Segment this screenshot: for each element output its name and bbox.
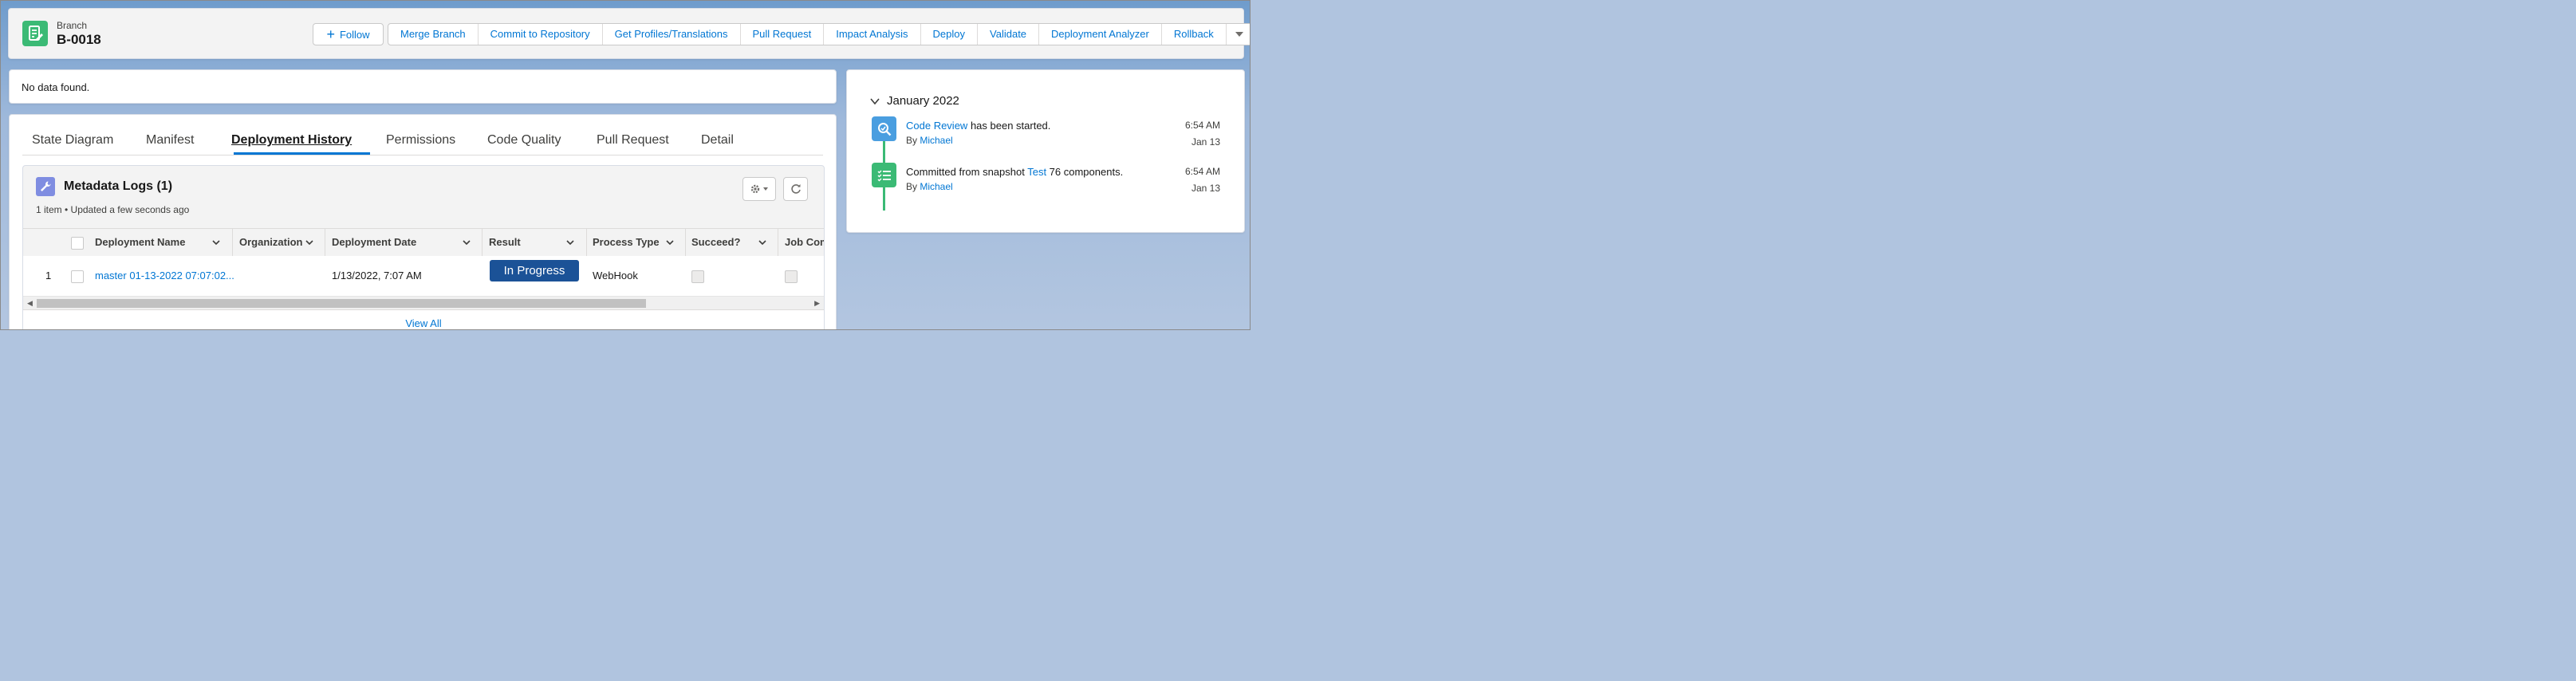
deployment-analyzer-button[interactable]: Deployment Analyzer bbox=[1039, 24, 1162, 45]
refresh-button[interactable] bbox=[783, 177, 808, 201]
column-divider bbox=[482, 229, 483, 256]
horizontal-scrollbar[interactable]: ◀ ▶ bbox=[23, 296, 824, 309]
chevron-down-icon[interactable] bbox=[665, 238, 675, 247]
row-number: 1 bbox=[45, 270, 52, 281]
tab-permissions[interactable]: Permissions bbox=[386, 133, 455, 148]
active-tab-indicator bbox=[234, 152, 370, 155]
event-prefix: Committed from snapshot bbox=[906, 166, 1028, 178]
code-review-link[interactable]: Code Review bbox=[906, 120, 967, 132]
view-all-link[interactable]: View All bbox=[23, 309, 824, 329]
column-process-type[interactable]: Process Type bbox=[593, 229, 660, 256]
gear-icon bbox=[750, 184, 768, 194]
table-row: 1 master 01-13-2022 07:07:02... 1/13/202… bbox=[23, 256, 824, 296]
succeed-checkbox bbox=[691, 270, 704, 283]
wrench-icon bbox=[36, 177, 55, 196]
validate-button[interactable]: Validate bbox=[978, 24, 1040, 45]
event-text: has been started. bbox=[967, 120, 1051, 132]
tab-state-diagram[interactable]: State Diagram bbox=[32, 133, 113, 148]
plus-icon: + bbox=[326, 26, 335, 42]
tab-deployment-history[interactable]: Deployment History bbox=[231, 133, 352, 148]
related-list-subtitle: 1 item • Updated a few seconds ago bbox=[36, 204, 190, 215]
tab-bar: State Diagram Manifest Deployment Histor… bbox=[22, 115, 823, 155]
related-list-title: Metadata Logs (1) bbox=[64, 179, 173, 193]
pull-request-button[interactable]: Pull Request bbox=[741, 24, 825, 45]
event-author: By Michael bbox=[906, 135, 953, 146]
branch-icon bbox=[22, 21, 48, 46]
chevron-down-icon[interactable] bbox=[305, 238, 314, 247]
no-data-text: No data found. bbox=[22, 81, 90, 93]
chevron-down-icon[interactable] bbox=[565, 238, 575, 247]
column-deployment-date[interactable]: Deployment Date bbox=[332, 229, 416, 256]
record-header: Branch B-0018 + Follow Merge Branch Comm… bbox=[8, 8, 1250, 59]
column-job-completed[interactable]: Job Com bbox=[785, 229, 824, 256]
column-divider bbox=[685, 229, 686, 256]
column-divider bbox=[586, 229, 587, 256]
event-time: 6:54 AM bbox=[1184, 120, 1220, 131]
no-data-card: No data found. bbox=[9, 69, 837, 104]
commit-to-repository-button[interactable]: Commit to Repository bbox=[479, 24, 603, 45]
tab-code-quality[interactable]: Code Quality bbox=[487, 133, 561, 148]
by-label: By bbox=[906, 181, 920, 192]
deployment-name-link[interactable]: master 01-13-2022 07:07:02... bbox=[95, 256, 234, 296]
get-profiles-translations-button[interactable]: Get Profiles/Translations bbox=[603, 24, 741, 45]
event-time: 6:54 AM bbox=[1184, 166, 1220, 177]
metadata-logs-related-list: Metadata Logs (1) 1 item • Updated a few… bbox=[22, 165, 825, 329]
row-checkbox[interactable] bbox=[71, 270, 84, 283]
status-badge: In Progress bbox=[490, 260, 579, 281]
more-actions-button[interactable] bbox=[1227, 24, 1250, 45]
scrollbar-thumb[interactable] bbox=[37, 299, 646, 308]
chevron-down-icon[interactable] bbox=[758, 238, 767, 247]
deploy-button[interactable]: Deploy bbox=[921, 24, 979, 45]
impact-analysis-button[interactable]: Impact Analysis bbox=[824, 24, 921, 45]
activity-timeline-card: January 2022 Code Review has been starte… bbox=[846, 69, 1245, 233]
event-date: Jan 13 bbox=[1191, 136, 1220, 148]
process-type-cell: WebHook bbox=[593, 270, 638, 281]
event-description: Committed from snapshot Test 76 componen… bbox=[906, 166, 1123, 178]
merge-branch-button[interactable]: Merge Branch bbox=[388, 24, 479, 45]
column-organization[interactable]: Organization bbox=[239, 229, 302, 256]
select-all-checkbox[interactable] bbox=[71, 237, 84, 250]
deployment-date-cell: 1/13/2022, 7:07 AM bbox=[332, 270, 422, 281]
scroll-left-icon[interactable]: ◀ bbox=[27, 299, 33, 308]
month-header: January 2022 bbox=[887, 94, 959, 108]
action-button-group: Merge Branch Commit to Repository Get Pr… bbox=[388, 23, 1250, 45]
list-settings-button[interactable] bbox=[742, 177, 776, 201]
refresh-icon bbox=[790, 184, 801, 194]
timeline-line bbox=[883, 187, 885, 211]
timeline-line bbox=[883, 140, 885, 163]
column-divider bbox=[232, 229, 233, 256]
code-review-icon bbox=[872, 116, 896, 141]
follow-label: Follow bbox=[339, 28, 370, 41]
chevron-down-icon bbox=[1235, 32, 1243, 37]
event-description: Code Review has been started. bbox=[906, 120, 1050, 132]
tabs-card: State Diagram Manifest Deployment Histor… bbox=[9, 114, 837, 329]
tab-detail[interactable]: Detail bbox=[701, 133, 734, 148]
rollback-button[interactable]: Rollback bbox=[1162, 24, 1227, 45]
table-header: Deployment Name Organization Deployment … bbox=[23, 228, 824, 257]
event-date: Jan 13 bbox=[1191, 183, 1220, 194]
column-deployment-name[interactable]: Deployment Name bbox=[95, 229, 185, 256]
commit-list-icon bbox=[872, 163, 896, 187]
app-frame: Branch B-0018 + Follow Merge Branch Comm… bbox=[0, 0, 1251, 330]
chevron-down-icon[interactable] bbox=[462, 238, 471, 247]
author-link[interactable]: Michael bbox=[920, 135, 952, 146]
chevron-down-icon[interactable] bbox=[869, 96, 880, 106]
column-result[interactable]: Result bbox=[489, 229, 521, 256]
event-text: 76 components. bbox=[1046, 166, 1124, 178]
author-link[interactable]: Michael bbox=[920, 181, 952, 192]
event-author: By Michael bbox=[906, 181, 953, 192]
record-name: B-0018 bbox=[57, 32, 101, 47]
chevron-down-icon[interactable] bbox=[211, 238, 221, 247]
follow-button[interactable]: + Follow bbox=[313, 23, 384, 45]
scroll-right-icon[interactable]: ▶ bbox=[814, 299, 820, 308]
column-succeed[interactable]: Succeed? bbox=[691, 229, 740, 256]
job-completed-checkbox bbox=[785, 270, 798, 283]
snapshot-link[interactable]: Test bbox=[1027, 166, 1046, 178]
tab-pull-request[interactable]: Pull Request bbox=[597, 133, 669, 148]
by-label: By bbox=[906, 135, 920, 146]
object-type-label: Branch bbox=[57, 20, 88, 31]
tab-manifest[interactable]: Manifest bbox=[146, 133, 194, 148]
